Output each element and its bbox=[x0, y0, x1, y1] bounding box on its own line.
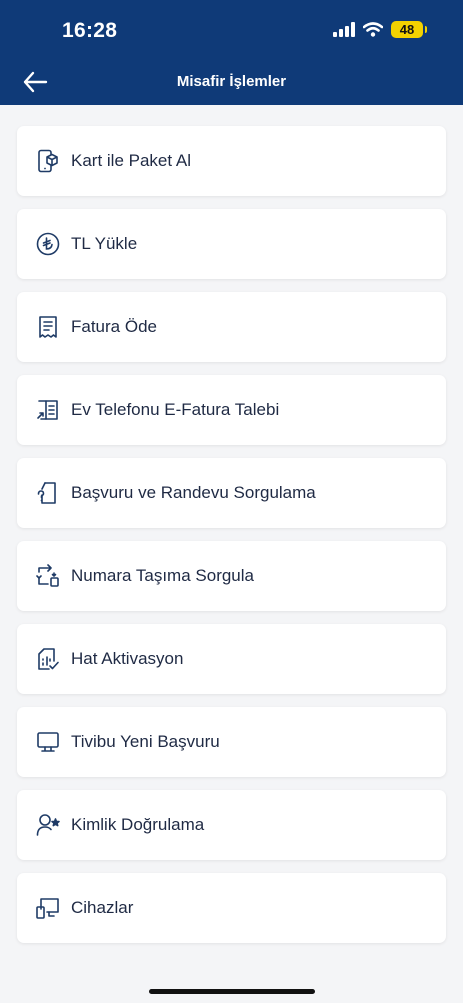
wifi-icon bbox=[363, 22, 383, 37]
invoice-icon bbox=[39, 316, 57, 338]
menu-item-label: TL Yükle bbox=[71, 234, 138, 253]
menu-item-label: Tivibu Yeni Başvuru bbox=[71, 732, 220, 751]
menu-item-tivibu-yeni-basvuru[interactable]: Tivibu Yeni Başvuru bbox=[17, 707, 446, 777]
menu-item-ev-telefonu-e-fatura[interactable]: Ev Telefonu E-Fatura Talebi bbox=[17, 375, 446, 445]
menu-item-label: Başvuru ve Randevu Sorgulama bbox=[71, 483, 316, 502]
menu-item-hat-aktivasyon[interactable]: Hat Aktivasyon bbox=[17, 624, 446, 694]
devices-icon bbox=[36, 898, 59, 919]
signal-icon bbox=[333, 22, 355, 37]
menu-item-kimlik-dogrulama[interactable]: Kimlik Doğrulama bbox=[17, 790, 446, 860]
document-question-icon bbox=[37, 482, 56, 504]
menu-item-basvuru-randevu[interactable]: Başvuru ve Randevu Sorgulama bbox=[17, 458, 446, 528]
status-time: 16:28 bbox=[62, 19, 118, 42]
menu-item-label: Cihazlar bbox=[71, 898, 134, 917]
menu-item-label: Numara Taşıma Sorgula bbox=[71, 566, 254, 585]
card-package-icon bbox=[38, 149, 58, 173]
page-title: Misafir İşlemler bbox=[176, 73, 287, 90]
number-transfer-icon bbox=[36, 564, 59, 587]
monitor-icon bbox=[37, 732, 59, 752]
battery-indicator: 48 bbox=[391, 21, 427, 38]
menu-item-label: Fatura Öde bbox=[71, 317, 157, 336]
menu-item-numara-tasima[interactable]: Numara Taşıma Sorgula bbox=[17, 541, 446, 611]
menu-list: Kart ile Paket Al TL Yükle Fatura Öde Ev… bbox=[17, 126, 446, 956]
menu-item-label: Ev Telefonu E-Fatura Talebi bbox=[71, 400, 280, 419]
lira-circle-icon bbox=[36, 232, 60, 256]
menu-item-label: Kart ile Paket Al bbox=[71, 151, 192, 170]
menu-item-cihazlar[interactable]: Cihazlar bbox=[17, 873, 446, 943]
app-header: 16:28 48 Misafir İşlemler bbox=[0, 0, 463, 105]
sim-activation-icon bbox=[38, 648, 59, 670]
user-verify-icon bbox=[36, 814, 60, 836]
home-indicator[interactable] bbox=[149, 989, 315, 994]
menu-item-label: Kimlik Doğrulama bbox=[71, 815, 205, 834]
menu-item-label: Hat Aktivasyon bbox=[71, 649, 184, 668]
status-icons: 48 bbox=[333, 21, 427, 38]
menu-item-tl-yukle[interactable]: TL Yükle bbox=[17, 209, 446, 279]
e-invoice-icon bbox=[37, 400, 58, 420]
menu-item-kart-ile-paket-al[interactable]: Kart ile Paket Al bbox=[17, 126, 446, 196]
menu-item-fatura-ode[interactable]: Fatura Öde bbox=[17, 292, 446, 362]
